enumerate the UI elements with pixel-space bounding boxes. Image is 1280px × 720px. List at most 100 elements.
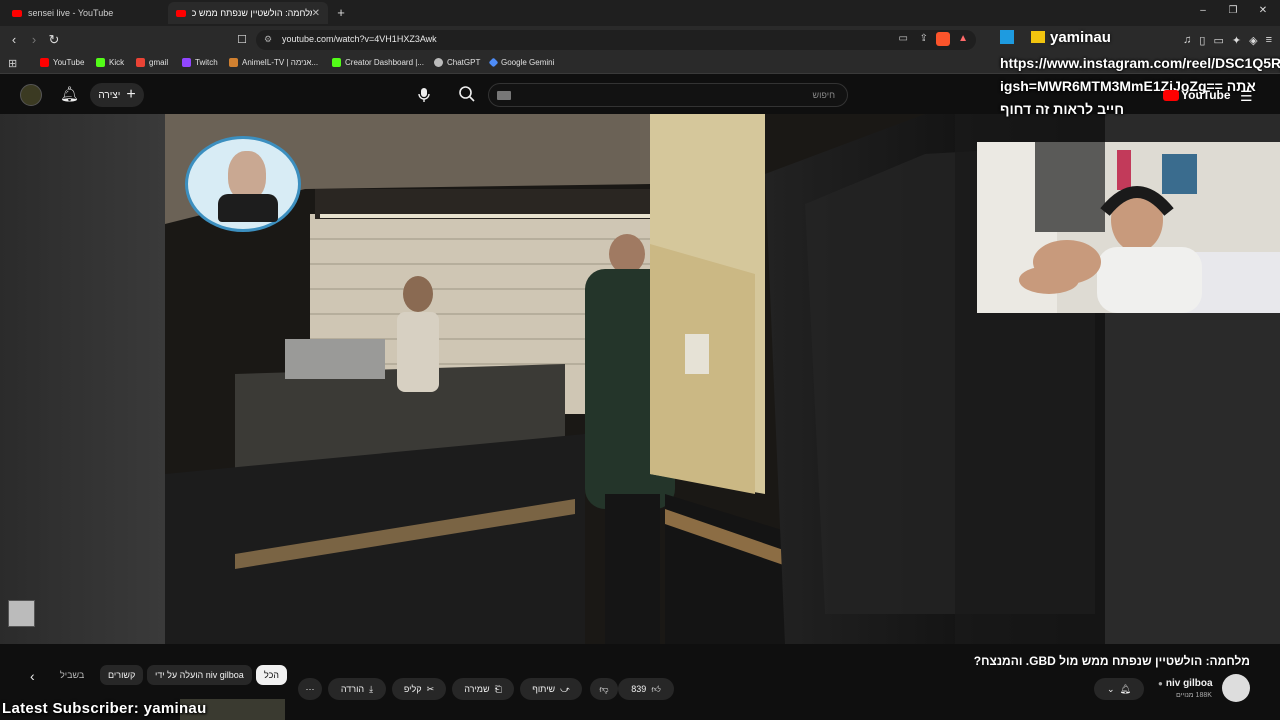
channel-watermark [185,136,301,232]
bookmark-icon: ⎗ [494,683,502,694]
browser-tab-strip: sensei live - YouTube מלחמה: הולשטיין שנ… [0,0,1280,26]
chip-related[interactable]: קשורים [100,665,144,685]
webcam-feed [977,142,1280,313]
clip-label: קליפ [403,684,422,694]
download-icon: ⤓ [369,683,374,694]
share-label: שיתוף [532,684,556,694]
scissors-icon: ✂ [426,683,435,694]
video-title: מלחמה: הולשטיין שנפתח ממש מול GBD. והמנצ… [973,654,1250,668]
cast-icon[interactable]: ▭ [899,33,908,44]
bookmark-youtube[interactable]: YouTube [40,58,84,67]
subscribed-button[interactable]: ⌄ 🔔︎ [1094,678,1144,700]
bookmark-label: YouTube [53,58,85,67]
bookmark-label: Creator Dashboard |... [345,58,425,67]
more-icon: ⋯ [305,683,315,694]
chevron-down-icon: ⌄ [1107,683,1115,694]
share-button[interactable]: שיתוף ⤻ [520,678,582,700]
channel-name: niv gilboa [1165,678,1213,689]
kick-icon [96,58,105,67]
verified-icon: ● [1158,679,1163,688]
chips-scroll-left-icon[interactable]: ‹ [30,668,35,684]
channel-avatar[interactable] [1222,674,1250,702]
bell-icon: 🔔︎ [1119,683,1131,694]
bookmark-label: gmail [149,58,169,67]
apps-grid-icon[interactable]: ⊞ [8,57,17,70]
save-label: שמירה [464,684,490,694]
bookmark-label: Google Gemini [501,58,555,67]
forward-icon[interactable]: › [26,32,42,48]
voice-search-icon[interactable] [414,84,434,106]
chip-uploaded-by[interactable]: הועלה על ידי niv gilboa [147,665,252,685]
avatar[interactable] [20,84,42,106]
video-frame [165,114,1105,644]
channel-name-row[interactable]: ● niv gilboa [1158,678,1213,689]
notifications-bell-icon[interactable]: 🔔︎ [60,85,79,103]
site-info-icon[interactable]: ⚙ [264,34,272,45]
webcam-overlay [977,142,1280,313]
bookmark-label: AnimeIL-TV | אנימה... [242,58,319,67]
youtube-logo-icon [1163,89,1179,101]
kick-icon [332,58,341,67]
vpn-icon[interactable]: ◈ [1249,34,1257,47]
minimize-icon[interactable]: – [1196,5,1210,16]
bookmark-kick[interactable]: Kick [96,58,124,67]
restore-icon[interactable]: ❐ [1226,5,1240,16]
latest-subscriber-overlay: Latest Subscriber: yaminau [2,700,207,717]
thumbs-down-icon: 👎︎ [599,683,609,694]
create-label: יצירה [98,89,121,101]
reload-icon[interactable]: ↻ [46,32,62,48]
bookmark-label: Twitch [195,58,218,67]
thumbs-up-icon: 👍︎ [651,683,661,694]
close-tab-icon[interactable]: ✕ [312,8,320,19]
download-button[interactable]: הורדה ⤓ [328,678,386,700]
dislike-button[interactable]: 👎︎ [590,678,618,700]
share-page-icon[interactable]: ⇪ [920,33,928,44]
tab-current-video[interactable]: מלחמה: הולשטיין שנפתח ממש כ ✕ [168,2,328,24]
subscriber-count: 188K מנויים [1176,692,1212,699]
bookmark-chatgpt[interactable]: ChatGPT [434,58,480,67]
address-bar[interactable]: ⚙ youtube.com/watch?v=4VH1HXZ3Awk ▭ ⇪ ▲ [256,30,976,50]
search-input[interactable]: חיפוש [488,83,848,107]
brave-shield-icon[interactable] [936,32,950,46]
chip-all[interactable]: הכל [256,665,288,685]
more-actions-button[interactable]: ⋯ [298,678,322,700]
bookmark-gemini[interactable]: Google Gemini [488,57,555,68]
overlay-app-icon [1000,30,1014,44]
create-button[interactable]: יצירה + [90,83,144,107]
mini-thumbnail[interactable] [8,600,35,627]
tab-title: sensei live - YouTube [28,8,114,18]
media-icon[interactable]: ♫ [1183,34,1191,46]
tab-sensei-live[interactable]: sensei live - YouTube [4,2,164,24]
youtube-icon [40,58,49,67]
keyboard-icon[interactable] [497,91,511,100]
bookmark-creator-dashboard[interactable]: Creator Dashboard |... [332,58,424,67]
bookmark-twitch[interactable]: Twitch [182,58,218,67]
twitch-icon [182,58,191,67]
wallet-icon[interactable]: ▭ [1213,34,1223,47]
search-placeholder: חיפוש [812,90,835,100]
rewards-icon[interactable]: ▲ [958,33,968,44]
yt-menu-icon: ☰ [1240,88,1253,104]
ai-icon[interactable]: ✦ [1232,34,1241,47]
new-tab-button[interactable]: + [334,5,348,20]
menu-icon[interactable]: ≡ [1266,34,1272,46]
video-player[interactable] [165,114,1105,644]
gmail-icon [136,58,145,67]
instagram-overlay-text: https://www.instagram.com/reel/DSC1Q5RjZ… [1000,55,1280,117]
search-icon[interactable] [458,85,478,105]
clip-button[interactable]: קליפ ✂ [392,678,446,700]
sidebar-icon[interactable]: ▯ [1199,34,1205,47]
bookmark-animeil[interactable]: AnimeIL-TV | אנימה... [229,58,318,67]
like-button[interactable]: 839 👍︎ [618,678,674,700]
bookmark-label: ChatGPT [447,58,481,67]
bookmark-page-icon[interactable]: ☐ [234,32,250,48]
chip-for-you[interactable]: בשביל [58,665,86,685]
youtube-badge: YouTube [1163,88,1231,102]
url-text: youtube.com/watch?v=4VH1HXZ3Awk [282,34,437,44]
bookmark-gmail[interactable]: gmail [136,58,168,67]
close-window-icon[interactable]: ✕ [1256,5,1270,16]
youtube-favicon-icon [12,9,22,17]
back-icon[interactable]: ‹ [6,32,22,48]
watermark-body [218,194,278,222]
save-button[interactable]: שמירה ⎗ [452,678,514,700]
